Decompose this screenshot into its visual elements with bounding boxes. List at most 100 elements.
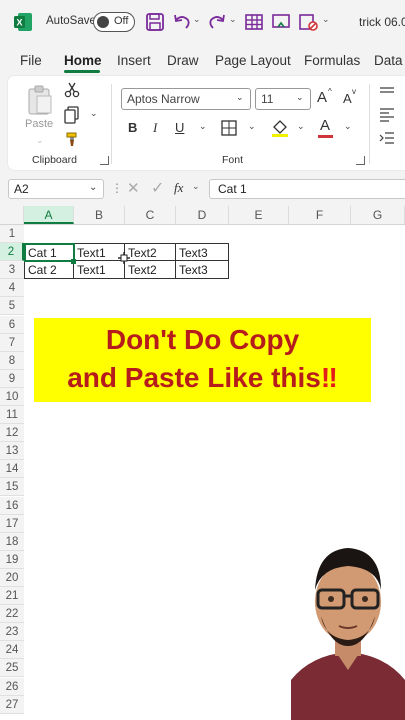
fill-handle[interactable]: [71, 259, 76, 264]
clear-icon[interactable]: [298, 12, 318, 32]
column-header-b[interactable]: B: [74, 206, 125, 224]
present-icon[interactable]: [271, 12, 291, 32]
banner-line-2-text: and Paste Like this: [67, 362, 321, 393]
row-header-26[interactable]: 26: [0, 677, 24, 696]
row-header-13[interactable]: 13: [0, 442, 24, 461]
save-icon[interactable]: [145, 12, 165, 32]
row-header-8[interactable]: 8: [0, 351, 24, 370]
paste-icon[interactable]: [26, 84, 54, 116]
tab-file[interactable]: File: [20, 53, 42, 68]
enter-icon[interactable]: ✓: [151, 178, 164, 198]
align-left-icon[interactable]: [379, 106, 395, 122]
copy-chevron-icon[interactable]: ⌄: [90, 108, 98, 119]
qat-chevron-icon[interactable]: ⌄: [322, 14, 330, 25]
bold-button[interactable]: B: [128, 120, 137, 135]
row-header-19[interactable]: 19: [0, 550, 24, 569]
banner-line-1: Don't Do Copy: [105, 324, 300, 355]
formula-value: Cat 1: [218, 182, 247, 196]
autosave-toggle[interactable]: Off: [93, 12, 135, 32]
more-options-icon[interactable]: ⋮: [111, 181, 123, 195]
row-header-2[interactable]: 2: [0, 243, 24, 262]
row-header-4[interactable]: 4: [0, 279, 24, 298]
grow-font-icon[interactable]: A: [317, 89, 327, 106]
row-header-1[interactable]: 1: [0, 225, 24, 243]
row-header-6[interactable]: 6: [0, 315, 24, 334]
undo-icon[interactable]: [172, 12, 192, 32]
copy-icon[interactable]: [64, 106, 80, 124]
borders-icon[interactable]: [221, 120, 237, 136]
row-header-9[interactable]: 9: [0, 369, 24, 388]
row-header-5[interactable]: 5: [0, 297, 24, 316]
column-header-d[interactable]: D: [176, 206, 229, 224]
tab-insert[interactable]: Insert: [117, 53, 151, 68]
paste-label[interactable]: Paste: [25, 118, 53, 130]
redo-icon[interactable]: [207, 12, 227, 32]
indent-icon[interactable]: [379, 130, 395, 146]
chevron-down-icon: ⌄: [89, 182, 98, 193]
format-painter-icon[interactable]: [64, 131, 80, 147]
tab-formulas[interactable]: Formulas: [304, 53, 360, 68]
cell-c2[interactable]: Text2: [125, 243, 176, 261]
column-header-a[interactable]: A: [24, 206, 74, 224]
name-box[interactable]: A2 ⌄: [8, 179, 104, 199]
table-icon[interactable]: [244, 12, 264, 32]
font-color-icon[interactable]: A: [320, 117, 330, 134]
tab-data[interactable]: Data: [374, 53, 403, 68]
font-color-chevron-icon[interactable]: ⌄: [344, 121, 352, 132]
fx-chevron-icon[interactable]: ⌄: [192, 181, 200, 192]
redo-chevron-icon[interactable]: ⌄: [229, 14, 237, 25]
tab-page-layout[interactable]: Page Layout: [215, 53, 291, 68]
column-header-g[interactable]: G: [351, 206, 405, 224]
align-top-icon[interactable]: [379, 84, 395, 100]
active-tab-indicator: [64, 70, 100, 73]
font-name-value: Aptos Narrow: [127, 92, 200, 106]
tab-draw[interactable]: Draw: [167, 53, 199, 68]
fill-color-chevron-icon[interactable]: ⌄: [297, 121, 305, 132]
cell-c3[interactable]: Text2: [125, 261, 176, 279]
underline-chevron-icon[interactable]: ⌄: [199, 121, 207, 132]
row-header-17[interactable]: 17: [0, 514, 24, 533]
cell-d2[interactable]: Text3: [176, 243, 229, 261]
paste-chevron-icon[interactable]: ⌄: [36, 135, 44, 146]
autosave-state: Off: [114, 15, 129, 27]
insert-function-icon[interactable]: fx: [174, 180, 183, 196]
row-header-25[interactable]: 25: [0, 659, 24, 678]
row-header-21[interactable]: 21: [0, 587, 24, 605]
formula-input[interactable]: Cat 1: [209, 179, 405, 199]
cut-icon[interactable]: [64, 82, 80, 98]
row-header-22[interactable]: 22: [0, 605, 24, 624]
tab-home[interactable]: Home: [64, 53, 102, 68]
row-header-20[interactable]: 20: [0, 568, 24, 587]
undo-chevron-icon[interactable]: ⌄: [193, 14, 201, 25]
row-header-15[interactable]: 15: [0, 478, 24, 497]
cell-a3[interactable]: Cat 2: [24, 261, 74, 279]
row-header-27[interactable]: 27: [0, 695, 24, 714]
cancel-icon[interactable]: ✕: [127, 179, 140, 197]
borders-chevron-icon[interactable]: ⌄: [248, 121, 256, 132]
select-all-corner[interactable]: [0, 206, 24, 224]
italic-button[interactable]: I: [153, 120, 157, 136]
ribbon-tabs: File Home Insert Draw Page Layout Formul…: [0, 44, 405, 76]
row-header-12[interactable]: 12: [0, 424, 24, 443]
row-header-16[interactable]: 16: [0, 496, 24, 515]
clipboard-group-label: Clipboard: [32, 154, 77, 166]
clipboard-launcher-icon[interactable]: [100, 156, 109, 165]
row-header-7[interactable]: 7: [0, 333, 24, 352]
row-header-24[interactable]: 24: [0, 641, 24, 660]
font-name-select[interactable]: Aptos Narrow ⌄: [121, 88, 251, 110]
font-size-select[interactable]: 11 ⌄: [255, 88, 311, 110]
cell-d3[interactable]: Text3: [176, 261, 229, 279]
shrink-font-icon[interactable]: A: [343, 91, 352, 106]
column-header-c[interactable]: C: [125, 206, 176, 224]
underline-button[interactable]: U: [175, 120, 184, 135]
font-launcher-icon[interactable]: [356, 156, 365, 165]
row-header-10[interactable]: 10: [0, 387, 24, 406]
row-header-11[interactable]: 11: [0, 406, 24, 424]
row-header-3[interactable]: 3: [0, 261, 24, 280]
row-header-14[interactable]: 14: [0, 460, 24, 479]
row-header-23[interactable]: 23: [0, 623, 24, 642]
row-header-18[interactable]: 18: [0, 532, 24, 551]
column-header-e[interactable]: E: [229, 206, 289, 224]
column-header-f[interactable]: F: [289, 206, 351, 224]
fill-color-icon[interactable]: [271, 118, 289, 138]
